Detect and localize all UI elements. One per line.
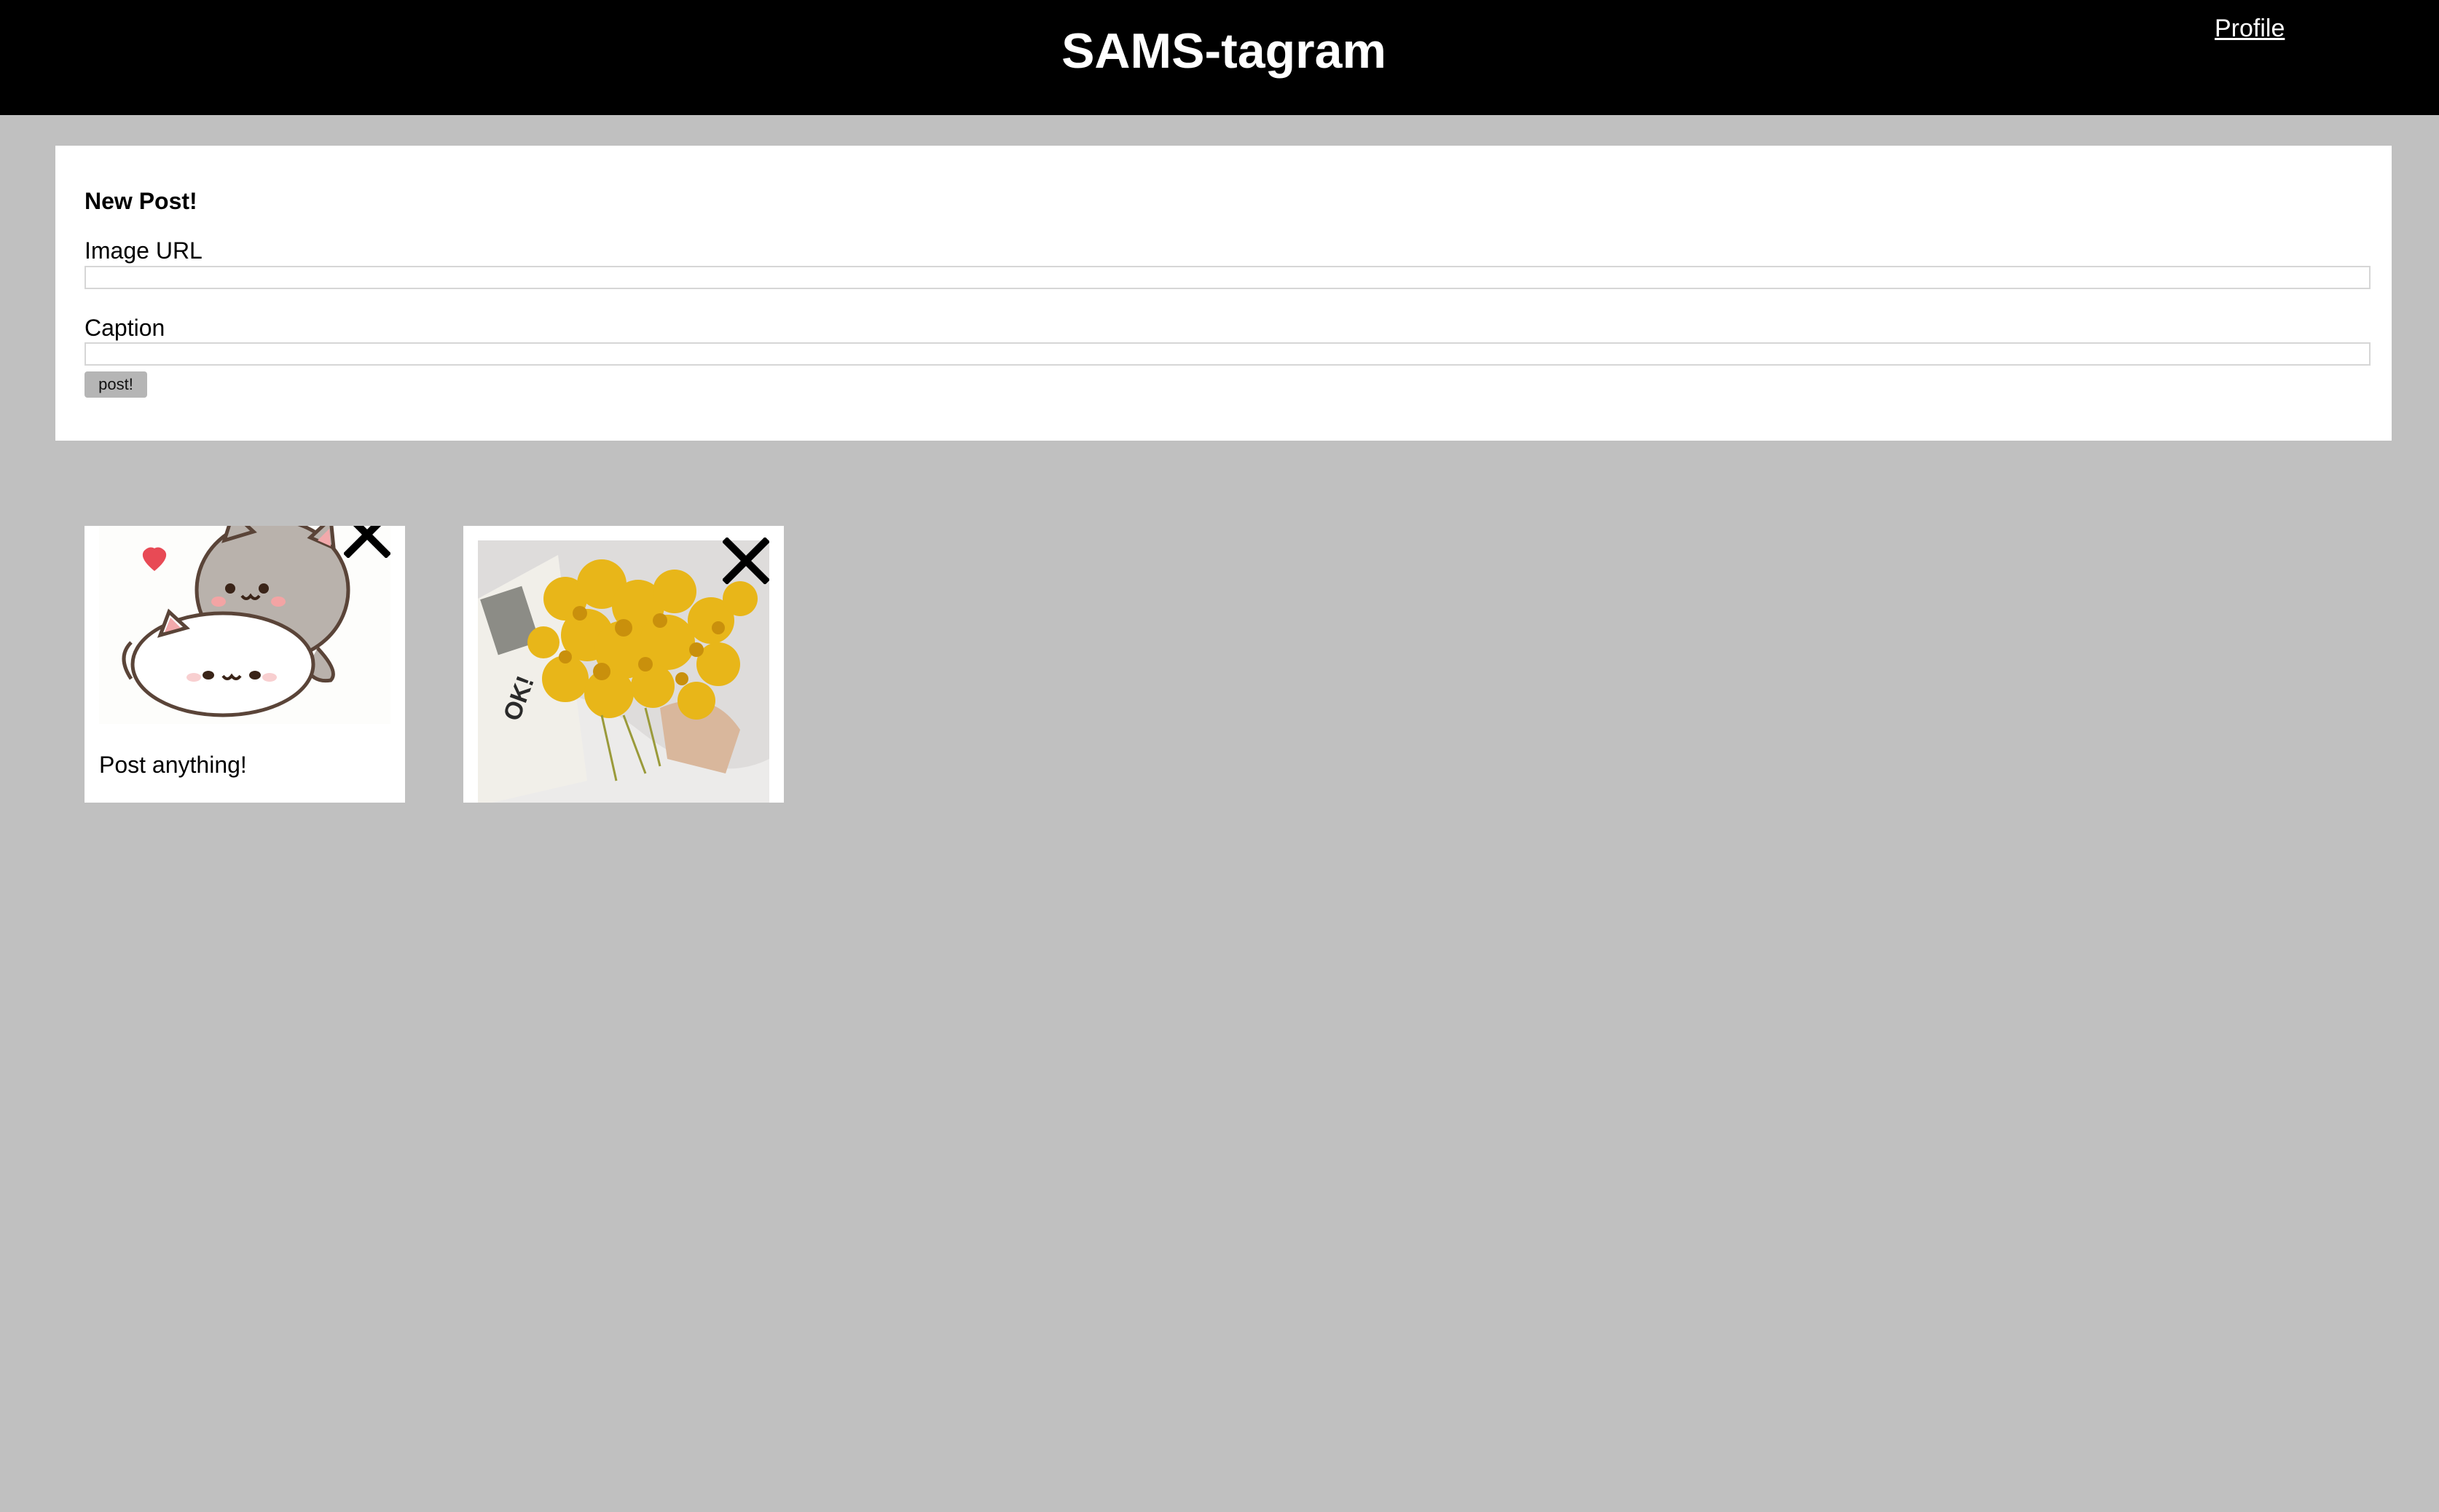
post-button[interactable]: post! <box>85 371 147 398</box>
caption-input[interactable] <box>85 342 2371 366</box>
new-post-form: New Post! Image URL Caption post! <box>55 146 2392 441</box>
close-icon[interactable] <box>723 538 769 584</box>
profile-link[interactable]: Profile <box>2215 13 2285 44</box>
top-bar: SAMS-tagram Profile <box>0 0 2439 115</box>
post-caption: Post anything! <box>99 752 247 778</box>
post-card: OK! <box>463 526 784 803</box>
image-url-label: Image URL <box>85 237 203 264</box>
site-title: SAMS-tagram <box>1061 23 1386 79</box>
post-card: Post anything! <box>85 526 405 803</box>
caption-label: Caption <box>85 315 165 341</box>
image-url-input[interactable] <box>85 266 2371 289</box>
close-icon[interactable] <box>344 526 390 558</box>
form-heading: New Post! <box>85 188 197 214</box>
